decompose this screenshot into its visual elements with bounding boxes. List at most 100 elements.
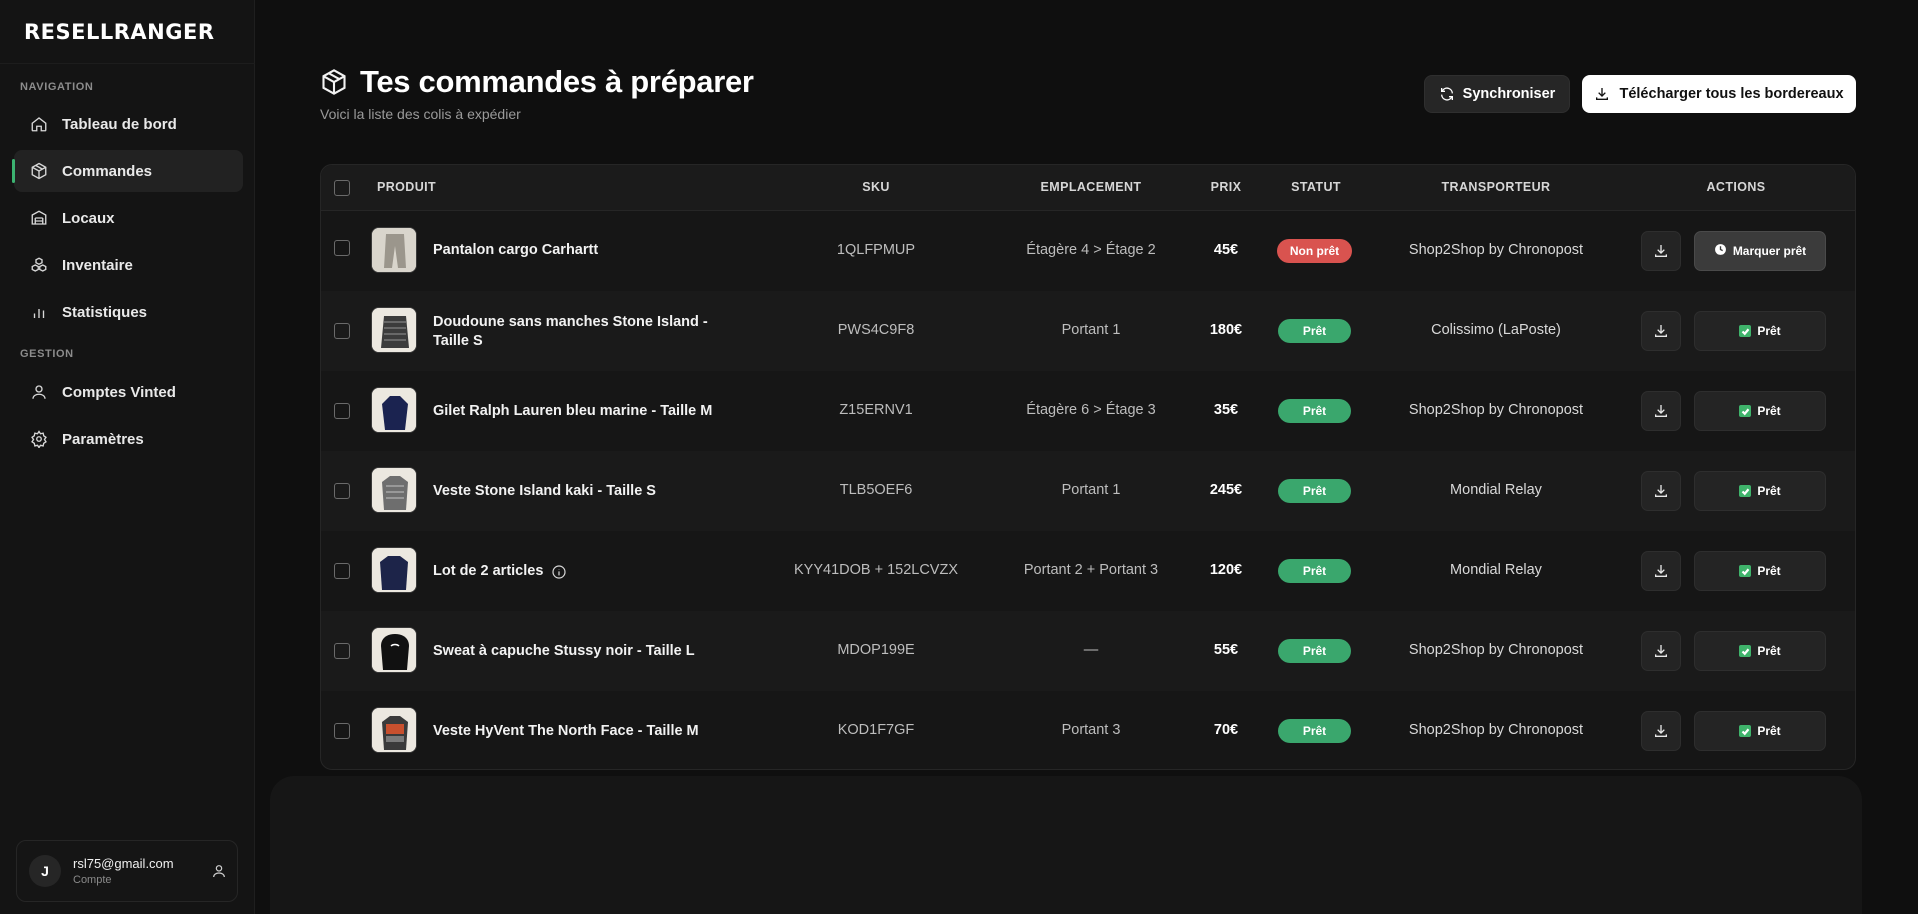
row-checkbox[interactable] (334, 723, 350, 739)
table-row: Sweat à capuche Stussy noir - Taille L M… (321, 611, 1855, 691)
clock-icon (1714, 243, 1727, 259)
carrier-cell: Shop2Shop by Chronopost (1408, 642, 1584, 658)
sync-button[interactable]: Synchroniser (1424, 75, 1570, 113)
product-thumbnail[interactable] (371, 467, 417, 513)
sidebar-item-commandes[interactable]: Commandes (12, 150, 243, 192)
sidebar-item-inventaire[interactable]: Inventaire (14, 244, 243, 286)
table-row: Veste Stone Island kaki - Taille S TLB5O… (321, 451, 1855, 531)
download-icon (1655, 725, 1667, 737)
row-checkbox[interactable] (334, 643, 350, 659)
row-checkbox[interactable] (334, 403, 350, 419)
download-icon (1655, 405, 1667, 417)
product-name: Sweat à capuche Stussy noir - Taille L (433, 643, 695, 659)
page-title: Tes commandes à préparer (360, 64, 754, 99)
storage-icon (31, 210, 47, 225)
row-checkbox[interactable] (334, 240, 350, 256)
sku-cell: Z15ERNV1 (839, 402, 913, 418)
location-cell: Portant 2 + Portant 3 (1023, 562, 1159, 578)
download-label-button[interactable] (1641, 391, 1681, 431)
avatar: J (29, 855, 61, 887)
ready-button[interactable]: Prêt (1694, 391, 1826, 431)
package-icon (31, 162, 47, 180)
status-badge: Prêt (1278, 639, 1351, 663)
carrier-cell: Mondial Relay (1450, 562, 1542, 578)
check-icon (1739, 565, 1752, 577)
carrier-cell: Shop2Shop by Chronopost (1408, 242, 1584, 258)
status-badge: Non prêt (1277, 239, 1352, 263)
sidebar-item-label: Inventaire (62, 256, 133, 274)
ready-button[interactable]: Prêt (1694, 311, 1826, 351)
mark-ready-label: Marquer prêt (1732, 244, 1807, 258)
product-thumbnail[interactable] (371, 387, 417, 433)
location-cell: Étagère 6 > Étage 3 (1026, 402, 1156, 418)
sku-cell: KYY41DOB + 152LCVZX (793, 562, 959, 578)
product-thumbnail[interactable] (371, 707, 417, 753)
row-checkbox[interactable] (334, 483, 350, 499)
info-icon[interactable] (551, 564, 567, 580)
account-subtitle: Compte (73, 874, 112, 886)
ready-button[interactable]: Prêt (1694, 551, 1826, 591)
table-row: Doudoune sans manches Stone Island - Tai… (321, 291, 1855, 371)
account-card[interactable]: J rsl75@gmail.com Compte (16, 840, 238, 902)
ready-button[interactable]: Prêt (1694, 471, 1826, 511)
column-header-statut: STATUT (1291, 180, 1341, 194)
select-all-checkbox[interactable] (334, 180, 350, 196)
sync-button-label: Synchroniser (1462, 86, 1556, 102)
ready-label: Prêt (1757, 404, 1781, 418)
account-email: rsl75@gmail.com (73, 856, 174, 871)
ready-button[interactable]: Prêt (1694, 711, 1826, 751)
column-header-actions: ACTIONS (1706, 180, 1766, 194)
refresh-icon (1440, 87, 1453, 101)
mark-ready-button[interactable]: Marquer prêt (1694, 231, 1826, 271)
user-icon[interactable] (211, 863, 227, 879)
location-cell: Portant 1 (1061, 322, 1121, 338)
product-name: Doudoune sans manches Stone Island - Tai… (433, 314, 708, 349)
sidebar-item-parametres[interactable]: Paramètres (14, 418, 243, 460)
status-badge: Prêt (1278, 319, 1351, 343)
package-icon (322, 69, 346, 95)
download-label-button[interactable] (1641, 311, 1681, 351)
product-thumbnail[interactable] (371, 627, 417, 673)
ready-button[interactable]: Prêt (1694, 631, 1826, 671)
table-row: Veste HyVent The North Face - Taille M K… (321, 691, 1855, 769)
check-icon (1739, 645, 1752, 657)
user-icon (32, 385, 46, 399)
product-name: Gilet Ralph Lauren bleu marine - Taille … (433, 403, 713, 419)
brand-logo: RESELLRANGER (24, 20, 215, 44)
section-title-navigation: NAVIGATION (20, 81, 94, 93)
sidebar-item-locaux[interactable]: Locaux (14, 197, 243, 239)
download-all-labels-button[interactable]: Télécharger tous les bordereaux (1582, 75, 1856, 113)
download-icon (1596, 88, 1609, 100)
gear-icon (31, 430, 47, 448)
location-cell: Étagère 4 > Étage 2 (1026, 242, 1156, 258)
sku-cell: KOD1F7GF (837, 722, 915, 738)
sidebar: RESELLRANGER NAVIGATION Tableau de bord … (0, 0, 255, 914)
check-icon (1739, 325, 1752, 337)
download-label-button[interactable] (1641, 231, 1681, 271)
row-checkbox[interactable] (334, 563, 350, 579)
column-header-prix: PRIX (1210, 180, 1242, 194)
price-cell: 70€ (1213, 722, 1239, 738)
ready-label: Prêt (1757, 324, 1781, 338)
product-name: Veste Stone Island kaki - Taille S (433, 483, 656, 499)
sidebar-item-tableau-de-bord[interactable]: Tableau de bord (14, 103, 243, 145)
background-panel (270, 776, 1862, 914)
sku-cell: MDOP199E (837, 642, 915, 658)
home-icon (31, 117, 47, 132)
sidebar-item-statistiques[interactable]: Statistiques (14, 291, 243, 333)
row-checkbox[interactable] (334, 323, 350, 339)
sidebar-item-label: Statistiques (62, 303, 148, 321)
sku-cell: PWS4C9F8 (837, 322, 915, 338)
download-label-button[interactable] (1641, 551, 1681, 591)
download-label-button[interactable] (1641, 631, 1681, 671)
product-thumbnail[interactable] (371, 307, 417, 353)
sidebar-item-comptes-vinted[interactable]: Comptes Vinted (14, 371, 243, 413)
status-badge: Prêt (1278, 479, 1351, 503)
product-thumbnail[interactable] (371, 227, 417, 273)
product-thumbnail[interactable] (371, 547, 417, 593)
download-label-button[interactable] (1641, 711, 1681, 751)
sidebar-item-label: Comptes Vinted (62, 383, 176, 401)
download-label-button[interactable] (1641, 471, 1681, 511)
table-row: Lot de 2 articles KYY41DOB + 152LCVZX Po… (321, 531, 1855, 611)
download-all-label: Télécharger tous les bordereaux (1619, 86, 1844, 102)
